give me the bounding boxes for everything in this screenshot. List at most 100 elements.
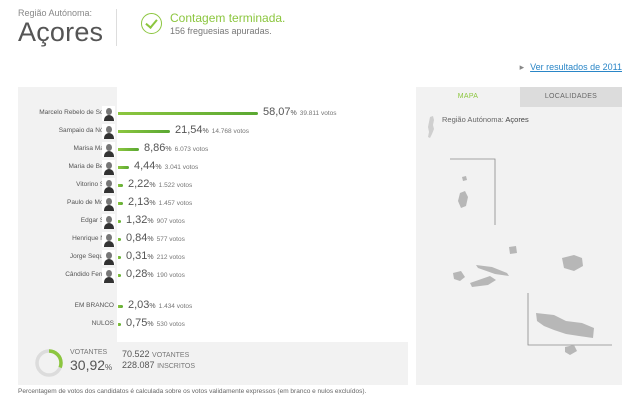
vote-share-bar [118,112,258,115]
voters-count: 70.522 [122,349,150,359]
percentage-symbol: % [147,236,154,243]
turnout-percent-symbol: % [105,363,113,372]
vote-share-bar [118,305,123,308]
vote-count: 190 votos [156,272,185,279]
percentage-symbol: % [155,164,162,171]
candidate-avatar [102,106,115,121]
percentage-value: 0,28 [126,268,148,280]
vote-percentage: 8,86% 6.073 votos [144,142,208,154]
vote-count: 577 votos [156,236,185,243]
vote-count: 6.073 votos [174,146,209,153]
map-label-region: Açores [505,115,529,124]
faial-island[interactable] [453,271,465,281]
vote-share-bar [118,148,139,151]
candidate-avatar [102,232,115,247]
other-votes-row: NULOS 0,75% 530 votos [18,316,408,334]
candidate-avatar [102,196,115,211]
vote-share-bar [118,238,121,241]
vote-share-bar [118,166,129,169]
graciosa-island[interactable] [509,246,517,254]
map-region-label: Região Autónoma: Açores [442,115,529,124]
candidate-row: Marisa Matias 8,86% 6.073 votos [18,141,408,159]
vote-share-bar [118,220,121,223]
vote-count: 3.041 votos [164,164,199,171]
candidate-name: EM BRANCO [74,302,114,309]
vote-count: 530 votos [156,321,185,328]
percentage-symbol: % [290,110,297,117]
vote-percentage: 4,44% 3.041 votos [134,160,198,172]
registered-count: 228.087 [122,360,155,370]
sao-miguel-island[interactable] [536,313,594,338]
candidate-avatar [102,268,115,283]
candidate-row: Vitorino Silva 2,22% 1.522 votos [18,177,408,195]
percentage-value: 21,54 [175,124,203,136]
percentage-value: 58,07 [263,106,291,118]
header-separator [116,9,117,46]
candidate-avatar [102,142,115,157]
results-panel: Marcelo Rebelo de Sousa 58,07% 39.811 voto… [18,87,408,385]
candidate-row: Maria de Belém 4,44% 3.041 votos [18,159,408,177]
vote-percentage: 1,32% 907 votos [126,214,185,226]
vote-percentage: 58,07% 39.811 votos [263,106,337,118]
percentage-value: 4,44 [134,160,156,172]
candidate-avatar [102,214,115,229]
candidate-avatar [102,250,115,265]
percentage-value: 0,75 [126,317,148,329]
vote-count: 1.457 votos [158,200,193,207]
region-title: Açores [18,17,104,47]
vote-percentage: 21,54% 14.768 votos [175,124,249,136]
vote-count: 212 votos [156,254,185,261]
percentage-symbol: % [147,254,154,261]
voters-total: 70.522 VOTANTES [122,349,189,359]
pico-island[interactable] [470,276,496,287]
map-label-prefix: Região Autónoma: [442,115,504,124]
percentage-value: 8,86 [144,142,166,154]
other-votes-row: EM BRANCO 2,03% 1.434 votos [18,298,408,316]
percentage-value: 1,32 [126,214,148,226]
percentage-symbol: % [149,303,156,310]
vote-percentage: 0,84% 577 votos [126,232,185,244]
candidate-row: Sampaio da Nóvoa 21,54% 14.768 votos [18,123,408,141]
turnout-label: VOTANTES [70,349,108,356]
count-status-subtitle: 156 freguesias apuradas. [170,26,272,36]
vote-share-bar [118,323,121,326]
azores-map[interactable] [416,87,622,385]
percentage-symbol: % [149,182,156,189]
turnout-section: VOTANTES 30,92% 70.522 VOTANTES 228.087 … [18,342,408,385]
candidate-row: Paulo de Morais 2,13% 1.457 votos [18,195,408,213]
candidate-row: Jorge Sequeira 0,31% 212 votos [18,249,408,267]
vote-count: 1.434 votos [158,303,193,310]
candidate-avatar [102,178,115,193]
sao-jorge-island[interactable] [476,265,509,276]
vote-percentage: 2,22% 1.522 votos [128,178,192,190]
corvo-island[interactable] [462,176,467,181]
turnout-percent-value: 30,92 [70,357,106,373]
candidate-row: Henrique Neto 0,84% 577 votos [18,231,408,249]
terceira-island[interactable] [562,255,583,271]
vote-percentage: 0,28% 190 votos [126,268,185,280]
percentage-symbol: % [147,321,154,328]
western-group-frame [450,158,496,225]
count-status-title: Contagem terminada. [170,11,286,25]
vote-percentage: 0,31% 212 votos [126,250,185,262]
vote-share-bar [118,202,123,205]
vote-share-bar [118,184,123,187]
percentage-value: 0,31 [126,250,148,262]
flores-island[interactable] [458,191,468,208]
vote-count: 1.522 votos [158,182,193,189]
vote-percentage: 2,03% 1.434 votos [128,299,192,311]
percentage-value: 2,03 [128,299,150,311]
registered-label: INSCRITOS [157,363,196,370]
candidate-row: Edgar Silva 1,32% 907 votos [18,213,408,231]
candidate-row: Cândido Ferreira 0,28% 190 votos [18,267,408,285]
santa-maria-island[interactable] [565,345,577,355]
vote-share-bar [118,274,121,277]
percentage-value: 0,84 [126,232,148,244]
percentage-value: 2,13 [128,196,150,208]
vote-count: 14.768 votos [211,128,249,135]
vote-count: 39.811 votos [299,110,337,117]
vote-count: 907 votos [156,218,185,225]
vote-share-bar [118,256,121,259]
previous-results-link[interactable]: Ver resultados de 2011 [520,62,622,73]
percentage-value: 2,22 [128,178,150,190]
